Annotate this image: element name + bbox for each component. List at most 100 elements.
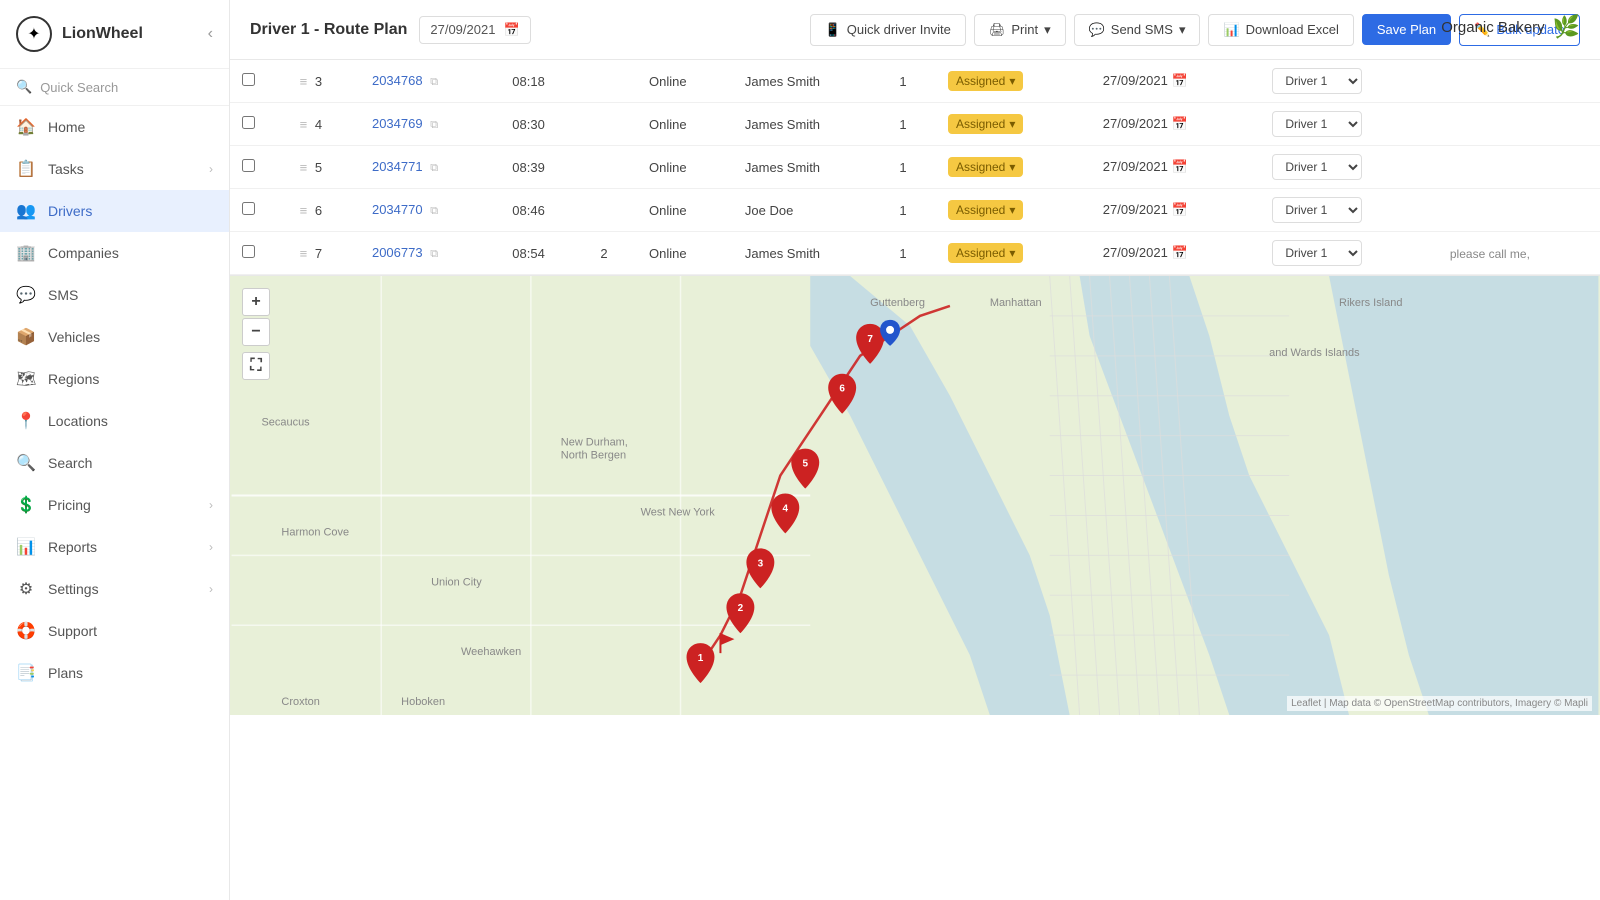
assigned-badge[interactable]: Assigned ▾ xyxy=(948,71,1023,91)
packages-cell xyxy=(588,103,637,146)
driver-select[interactable]: Driver 1 xyxy=(1272,111,1362,137)
name-cell: James Smith xyxy=(733,60,887,103)
org-leaf-icon: 🌿 xyxy=(1553,14,1580,40)
row-checkbox-cell xyxy=(230,103,288,146)
drag-handle[interactable]: ≡ xyxy=(300,117,308,132)
mobile-icon: 📱 xyxy=(825,22,841,38)
sidebar-item-companies[interactable]: 🏢 Companies xyxy=(0,232,229,274)
task-id-cell: 2034769 ⧉ xyxy=(360,103,500,146)
svg-text:New Durham,: New Durham, xyxy=(561,437,628,449)
row-number-cell: ≡ 7 xyxy=(288,232,360,275)
copy-icon[interactable]: ⧉ xyxy=(430,205,438,217)
map-container: Secaucus Harmon Cove Union City Weehawke… xyxy=(230,275,1600,715)
row-calendar-icon[interactable]: 📅 xyxy=(1171,202,1187,217)
sidebar-item-regions[interactable]: 🗺 Regions xyxy=(0,358,229,400)
assigned-badge[interactable]: Assigned ▾ xyxy=(948,157,1023,177)
org-header: Organic Bakery 🌿 xyxy=(1441,14,1580,40)
sidebar-item-drivers[interactable]: 👥 Drivers xyxy=(0,190,229,232)
map-attribution: Leaflet | Map data © OpenStreetMap contr… xyxy=(1287,696,1592,711)
row-checkbox-cell xyxy=(230,60,288,103)
task-id-link[interactable]: 2006773 xyxy=(372,245,423,260)
logo-area: ✦ LionWheel ‹ xyxy=(0,0,229,69)
svg-text:Weehawken: Weehawken xyxy=(461,646,521,658)
time-cell: 08:18 xyxy=(500,60,588,103)
drag-handle[interactable]: ≡ xyxy=(300,246,308,261)
assigned-badge[interactable]: Assigned ▾ xyxy=(948,114,1023,134)
sidebar-item-home[interactable]: 🏠 Home xyxy=(0,106,229,148)
print-button[interactable]: 🖨 Print ▾ xyxy=(974,14,1066,46)
task-id-cell: 2034768 ⧉ xyxy=(360,60,500,103)
sidebar-label-pricing: Pricing xyxy=(48,497,197,513)
row-checkbox[interactable] xyxy=(242,73,255,86)
packages-cell xyxy=(588,60,637,103)
row-checkbox[interactable] xyxy=(242,245,255,258)
sidebar-item-plans[interactable]: 📑 Plans xyxy=(0,652,229,694)
drag-handle[interactable]: ≡ xyxy=(300,160,308,175)
sidebar-item-tasks[interactable]: 📋 Tasks › xyxy=(0,148,229,190)
row-calendar-icon[interactable]: 📅 xyxy=(1171,73,1187,88)
svg-text:3: 3 xyxy=(758,558,764,569)
route-status-cell: Online xyxy=(637,232,733,275)
sidebar-label-companies: Companies xyxy=(48,245,213,261)
sidebar-label-vehicles: Vehicles xyxy=(48,329,213,345)
row-checkbox[interactable] xyxy=(242,202,255,215)
logo-text: LionWheel xyxy=(62,25,143,43)
task-id-cell: 2034771 ⧉ xyxy=(360,146,500,189)
task-id-link[interactable]: 2034768 xyxy=(372,73,423,88)
assigned-badge[interactable]: Assigned ▾ xyxy=(948,200,1023,220)
save-plan-button[interactable]: Save Plan xyxy=(1362,14,1451,45)
print-dropdown-icon: ▾ xyxy=(1044,22,1051,38)
download-excel-button[interactable]: 📊 Download Excel xyxy=(1208,14,1353,46)
row-number: 7 xyxy=(315,246,322,261)
arrow-icon-tasks: › xyxy=(209,162,213,176)
zoom-out-button[interactable]: − xyxy=(242,318,270,346)
status-cell: Assigned ▾ xyxy=(936,103,1091,146)
excel-icon: 📊 xyxy=(1223,22,1239,38)
sms-icon: 💬 xyxy=(16,285,36,305)
copy-icon[interactable]: ⧉ xyxy=(430,162,438,174)
quick-search[interactable]: 🔍 Quick Search xyxy=(0,69,229,106)
task-id-link[interactable]: 2034771 xyxy=(372,159,423,174)
driver-select[interactable]: Driver 1 xyxy=(1272,68,1362,94)
settings-icon: ⚙ xyxy=(16,579,36,599)
driver-select[interactable]: Driver 1 xyxy=(1272,154,1362,180)
sidebar-item-support[interactable]: 🛟 Support xyxy=(0,610,229,652)
row-checkbox[interactable] xyxy=(242,116,255,129)
row-checkbox[interactable] xyxy=(242,159,255,172)
count-cell: 1 xyxy=(887,103,936,146)
copy-icon[interactable]: ⧉ xyxy=(430,248,438,260)
quick-search-label: Quick Search xyxy=(40,80,118,95)
copy-icon[interactable]: ⧉ xyxy=(430,119,438,131)
sidebar-item-sms[interactable]: 💬 SMS xyxy=(0,274,229,316)
table-row: ≡ 4 2034769 ⧉ 08:30 Online James Smith 1… xyxy=(230,103,1600,146)
date-picker[interactable]: 27/09/2021 📅 xyxy=(419,16,530,44)
assigned-badge[interactable]: Assigned ▾ xyxy=(948,243,1023,263)
row-calendar-icon[interactable]: 📅 xyxy=(1171,159,1187,174)
driver-select[interactable]: Driver 1 xyxy=(1272,240,1362,266)
sidebar-item-search[interactable]: 🔍 Search xyxy=(0,442,229,484)
row-calendar-icon[interactable]: 📅 xyxy=(1171,116,1187,131)
back-button[interactable]: ‹ xyxy=(208,25,213,43)
task-id-link[interactable]: 2034770 xyxy=(372,202,423,217)
driver-cell: Driver 1 xyxy=(1260,189,1438,232)
zoom-in-button[interactable]: + xyxy=(242,288,270,316)
sidebar-item-locations[interactable]: 📍 Locations xyxy=(0,400,229,442)
drag-handle[interactable]: ≡ xyxy=(300,203,308,218)
sidebar-item-reports[interactable]: 📊 Reports › xyxy=(0,526,229,568)
svg-text:4: 4 xyxy=(783,503,789,514)
fullscreen-button[interactable]: ⛶ xyxy=(242,352,270,380)
send-sms-button[interactable]: 💬 Send SMS ▾ xyxy=(1074,14,1201,46)
drag-handle[interactable]: ≡ xyxy=(300,74,308,89)
task-id-link[interactable]: 2034769 xyxy=(372,116,423,131)
sidebar-item-vehicles[interactable]: 📦 Vehicles xyxy=(0,316,229,358)
row-calendar-icon[interactable]: 📅 xyxy=(1171,245,1187,260)
print-icon: 🖨 xyxy=(989,22,1006,38)
quick-invite-button[interactable]: 📱 Quick driver Invite xyxy=(810,14,966,46)
sidebar-item-pricing[interactable]: 💲 Pricing › xyxy=(0,484,229,526)
count-cell: 1 xyxy=(887,189,936,232)
copy-icon[interactable]: ⧉ xyxy=(430,76,438,88)
date-cell: 27/09/2021 📅 xyxy=(1091,232,1261,275)
driver-select[interactable]: Driver 1 xyxy=(1272,197,1362,223)
page-title: Driver 1 - Route Plan xyxy=(250,21,407,39)
sidebar-item-settings[interactable]: ⚙ Settings › xyxy=(0,568,229,610)
